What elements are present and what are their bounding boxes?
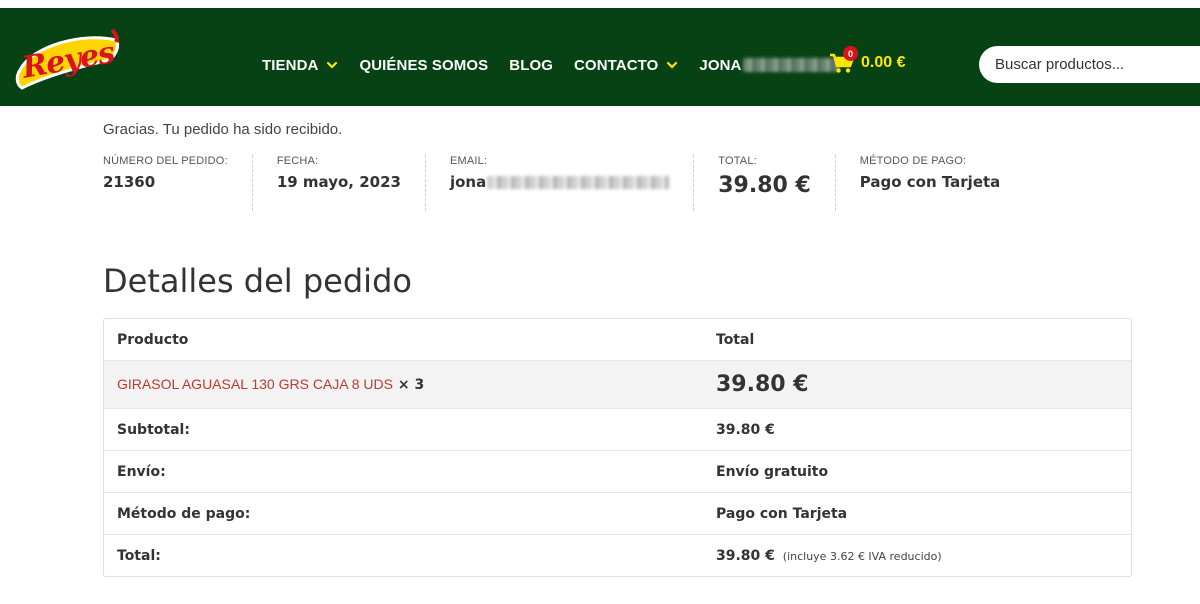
shipping-label: Envío: <box>117 463 166 480</box>
table-row: Subtotal: 39.80 € <box>104 408 1131 450</box>
nav-item-blog[interactable]: BLOG <box>509 57 553 74</box>
site-header: Reyes TIENDA QUIÉNES SOMOS BLOG CONTACTO… <box>0 8 1200 106</box>
order-email-value: jona <box>449 173 670 191</box>
order-number-value: 21360 <box>103 173 156 191</box>
total-value: 39.80 € <box>716 547 775 564</box>
total-label: Total: <box>117 547 161 564</box>
order-date-label: FECHA: <box>276 155 319 167</box>
user-name-label: JONA <box>699 56 742 74</box>
payment-method-label: Método de pago: <box>117 505 251 522</box>
shipping-value: Envío gratuito <box>716 463 829 480</box>
order-payment-method: MÉTODO DE PAGO: Pago con Tarjeta <box>860 155 1025 211</box>
nav-item-user-account[interactable]: JONA <box>699 56 840 74</box>
table-row: Total: 39.80 € (incluye 3.62 € IVA reduc… <box>104 534 1131 576</box>
order-received-message: Gracias. Tu pedido ha sido recibido. <box>103 121 343 138</box>
search-input[interactable] <box>995 56 1195 73</box>
chevron-down-icon <box>326 59 338 71</box>
subtotal-label: Subtotal: <box>117 421 190 438</box>
cart-icon: 0 <box>829 46 858 74</box>
order-date: FECHA: 19 mayo, 2023 <box>277 155 426 211</box>
product-total: 39.80 € <box>716 372 809 397</box>
order-total-value: 39.80 € <box>718 173 811 198</box>
order-number: NÚMERO DEL PEDIDO: 21360 <box>103 155 253 211</box>
nav-item-contacto[interactable]: CONTACTO <box>574 57 678 74</box>
table-row: GIRASOL AGUASAL 130 GRS CAJA 8 UDS × 3 3… <box>104 360 1131 408</box>
order-email: EMAIL: jona <box>449 155 695 211</box>
top-strip <box>0 0 1200 8</box>
order-summary: NÚMERO DEL PEDIDO: 21360 FECHA: 19 mayo,… <box>103 155 1048 211</box>
nav-item-quienes-somos[interactable]: QUIÉNES SOMOS <box>359 57 488 74</box>
product-quantity: × 3 <box>397 377 425 393</box>
order-payment-label: MÉTODO DE PAGO: <box>859 155 967 167</box>
nav-item-label: BLOG <box>509 56 553 74</box>
chevron-down-icon <box>666 59 678 71</box>
order-date-value: 19 mayo, 2023 <box>276 173 401 191</box>
main-nav: TIENDA QUIÉNES SOMOS BLOG CONTACTO JONA <box>262 54 860 76</box>
order-number-label: NÚMERO DEL PEDIDO: <box>103 155 228 167</box>
search-box <box>979 46 1200 83</box>
total-value-cell: 39.80 € (incluye 3.62 € IVA reducido) <box>703 548 942 564</box>
tax-note: (incluye 3.62 € IVA reducido) <box>782 549 942 563</box>
product-cell: GIRASOL AGUASAL 130 GRS CAJA 8 UDS × 3 <box>104 376 703 393</box>
table-header-row: Producto Total <box>104 319 1131 360</box>
redacted-email <box>487 176 670 189</box>
subtotal-value: 39.80 € <box>716 421 775 438</box>
nav-item-label: TIENDA <box>262 56 319 74</box>
brand-logo[interactable]: Reyes <box>12 26 124 94</box>
redacted-username <box>743 58 840 72</box>
order-total: TOTAL: 39.80 € <box>718 155 836 211</box>
order-details-table: Producto Total GIRASOL AGUASAL 130 GRS C… <box>103 318 1132 577</box>
order-email-label: EMAIL: <box>449 155 488 167</box>
cart-count-badge: 0 <box>843 46 858 61</box>
nav-item-label: QUIÉNES SOMOS <box>359 56 489 74</box>
order-payment-value: Pago con Tarjeta <box>859 173 1001 191</box>
column-header-total: Total <box>716 331 755 348</box>
cart-button[interactable]: 0 0.00 € <box>829 46 906 74</box>
payment-method-value: Pago con Tarjeta <box>716 505 848 522</box>
order-details-title: Detalles del pedido <box>103 262 412 300</box>
column-header-product: Producto <box>117 331 189 348</box>
nav-item-label: CONTACTO <box>574 56 659 74</box>
table-row: Envío: Envío gratuito <box>104 450 1131 492</box>
email-visible-part: jona <box>449 173 487 191</box>
nav-item-tienda[interactable]: TIENDA <box>262 57 338 74</box>
table-row: Método de pago: Pago con Tarjeta <box>104 492 1131 534</box>
product-link[interactable]: GIRASOL AGUASAL 130 GRS CAJA 8 UDS <box>117 376 393 392</box>
cart-total: 0.00 € <box>861 54 906 71</box>
order-total-label: TOTAL: <box>718 155 757 167</box>
